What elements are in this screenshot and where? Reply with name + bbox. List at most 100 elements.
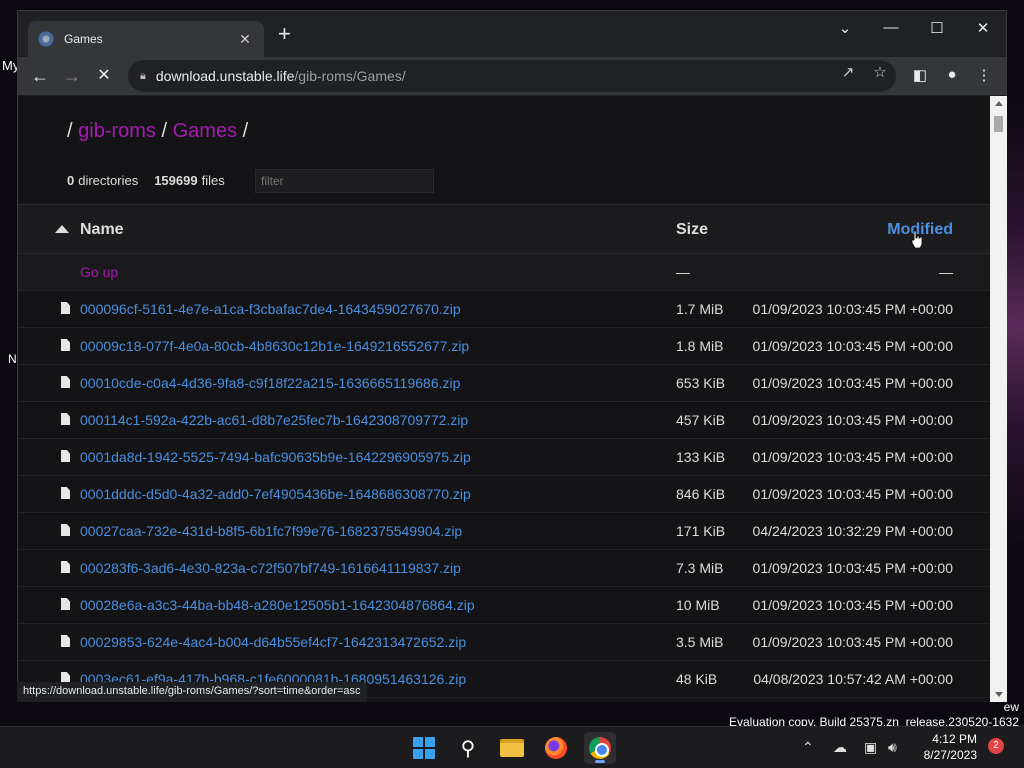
cloud-offline-icon[interactable]: ☁ xyxy=(833,739,847,756)
file-size: 1.7 MiB xyxy=(676,301,724,317)
file-size: 48 KiB xyxy=(676,671,718,687)
tab-strip: Games ✕ + ⌄ ― ☐ ✕ xyxy=(18,11,1006,57)
breadcrumb-separator: / xyxy=(67,120,73,142)
chrome-button[interactable] xyxy=(584,732,616,764)
file-link[interactable]: 000096cf-5161-4e7e-a1ca-f3cbafac7de4-164… xyxy=(80,301,461,317)
file-link[interactable]: 0001da8d-1942-5525-7494-bafc90635b9e-164… xyxy=(80,449,471,465)
profile-icon[interactable]: ● xyxy=(941,66,963,83)
file-row[interactable]: 00027caa-732e-431d-b8f5-6b1fc7f99e76-168… xyxy=(18,513,990,550)
file-row[interactable]: 0001dddc-d5d0-4a32-add0-7ef4905436be-164… xyxy=(18,476,990,513)
file-row[interactable]: 000096cf-5161-4e7e-a1ca-f3cbafac7de4-164… xyxy=(18,291,990,328)
link-status-bubble: https://download.unstable.life/gib-roms/… xyxy=(17,682,367,702)
clock-time: 4:12 PM xyxy=(932,732,977,746)
breadcrumb-link-games[interactable]: Games xyxy=(173,120,237,142)
scroll-up-arrow-icon[interactable] xyxy=(995,101,1003,106)
maximize-button[interactable]: ☐ xyxy=(922,19,952,37)
network-icon[interactable]: ▣ xyxy=(864,739,877,756)
url-path: /gib-roms/Games/ xyxy=(294,68,406,84)
file-size: 10 MiB xyxy=(676,597,720,613)
breadcrumb: / gib-roms / Games / xyxy=(67,120,248,143)
site-favicon-icon xyxy=(38,31,54,47)
breadcrumb-separator: / xyxy=(161,120,168,142)
go-up-link[interactable]: Go up xyxy=(80,264,118,280)
tab-games[interactable]: Games ✕ xyxy=(28,21,264,57)
desktop-icon-label[interactable]: N xyxy=(8,352,17,366)
minimize-button[interactable]: ― xyxy=(876,19,906,36)
file-explorer-button[interactable] xyxy=(496,732,528,764)
file-link[interactable]: 00029853-624e-4ac4-b004-d64b55ef4cf7-164… xyxy=(80,634,466,650)
file-size: 1.8 MiB xyxy=(676,338,724,354)
folder-icon xyxy=(500,739,524,757)
file-link[interactable]: 00028e6a-a3c3-44ba-bb48-a280e12505b1-164… xyxy=(80,597,475,613)
file-link[interactable]: 0001dddc-d5d0-4a32-add0-7ef4905436be-164… xyxy=(80,486,471,502)
file-link[interactable]: 00009c18-077f-4e0a-80cb-4b8630c12b1e-164… xyxy=(80,338,469,354)
file-modified: 01/09/2023 10:03:45 PM +00:00 xyxy=(752,338,953,354)
start-button[interactable] xyxy=(408,732,440,764)
size-column-header[interactable]: Size xyxy=(676,221,708,239)
file-row[interactable]: 00029853-624e-4ac4-b004-d64b55ef4cf7-164… xyxy=(18,624,990,661)
back-button[interactable]: ← xyxy=(27,63,53,89)
file-link[interactable]: 00010cde-c0a4-4d36-9fa8-c9f18f22a215-163… xyxy=(80,375,460,391)
file-modified: 01/09/2023 10:03:45 PM +00:00 xyxy=(752,449,953,465)
side-panel-icon[interactable]: ◧ xyxy=(909,66,931,84)
file-icon xyxy=(61,413,70,425)
breadcrumb-link-gib-roms[interactable]: gib-roms xyxy=(78,120,156,142)
go-up-modified: — xyxy=(939,264,953,280)
volume-icon[interactable]: 🔊︎ xyxy=(888,739,897,756)
browser-toolbar: ← → ✕ 🔒︎ download.unstable.life /gib-rom… xyxy=(18,57,1006,95)
file-modified: 01/09/2023 10:03:45 PM +00:00 xyxy=(752,412,953,428)
taskbar: ⚲ ⌃ ☁ ▣ 🔊︎ 4:12 PM 8/27/2023 xyxy=(0,726,1024,768)
file-row[interactable]: 000114c1-592a-422b-ac61-d8b7e25fec7b-164… xyxy=(18,402,990,439)
scrollbar-thumb[interactable] xyxy=(994,116,1003,132)
file-link[interactable]: 000114c1-592a-422b-ac61-d8b7e25fec7b-164… xyxy=(80,412,468,428)
lock-icon[interactable]: 🔒︎ xyxy=(140,70,146,83)
file-link[interactable]: 00027caa-732e-431d-b8f5-6b1fc7f99e76-168… xyxy=(80,523,462,539)
file-modified: 01/09/2023 10:03:45 PM +00:00 xyxy=(752,560,953,576)
tab-search-chevron-icon[interactable]: ⌄ xyxy=(830,19,860,37)
file-link[interactable]: 000283f6-3ad6-4e30-823a-c72f507bf749-161… xyxy=(80,560,461,576)
directory-listing-page: / gib-roms / Games / 0 directories 15969… xyxy=(18,96,990,702)
share-icon[interactable]: ↗ xyxy=(837,63,859,81)
file-row[interactable]: 0001da8d-1942-5525-7494-bafc90635b9e-164… xyxy=(18,439,990,476)
address-bar[interactable]: 🔒︎ download.unstable.life /gib-roms/Game… xyxy=(128,60,896,92)
system-clock[interactable]: 4:12 PM 8/27/2023 xyxy=(915,731,977,763)
file-size: 7.3 MiB xyxy=(676,560,724,576)
go-up-size: — xyxy=(676,264,690,280)
file-row[interactable]: 00009c18-077f-4e0a-80cb-4b8630c12b1e-164… xyxy=(18,328,990,365)
show-hidden-icons-chevron-icon[interactable]: ⌃ xyxy=(802,739,814,756)
table-header: Name Size Modified xyxy=(18,204,990,254)
tab-close-icon[interactable]: ✕ xyxy=(236,31,254,48)
file-icon xyxy=(61,302,70,314)
file-modified: 01/09/2023 10:03:45 PM +00:00 xyxy=(752,375,953,391)
watermark-line: ew xyxy=(1003,700,1019,714)
file-icon xyxy=(61,524,70,536)
files-label: files xyxy=(201,173,225,188)
sort-ascending-icon[interactable] xyxy=(55,225,69,233)
name-column-header[interactable]: Name xyxy=(80,221,124,239)
vertical-scrollbar[interactable] xyxy=(990,96,1007,702)
search-icon: ⚲ xyxy=(460,737,476,760)
menu-kebab-icon[interactable]: ⋮ xyxy=(973,66,995,84)
file-size: 653 KiB xyxy=(676,375,726,391)
directories-count: 0 xyxy=(67,173,75,188)
notification-badge[interactable]: 2 xyxy=(988,738,1004,754)
bookmark-star-icon[interactable]: ☆ xyxy=(869,63,891,81)
file-row[interactable]: 00028e6a-a3c3-44ba-bb48-a280e12505b1-164… xyxy=(18,587,990,624)
hand-cursor-icon xyxy=(911,230,923,248)
new-tab-button[interactable]: + xyxy=(278,23,291,45)
file-modified: 04/08/2023 10:57:42 AM +00:00 xyxy=(753,671,953,687)
forward-button[interactable]: → xyxy=(59,63,85,89)
directories-label: directories xyxy=(78,173,139,188)
close-window-button[interactable]: ✕ xyxy=(968,19,998,37)
file-icon xyxy=(61,598,70,610)
file-modified: 01/09/2023 10:03:45 PM +00:00 xyxy=(752,486,953,502)
scroll-down-arrow-icon[interactable] xyxy=(995,692,1003,697)
go-up-row[interactable]: Go up — — xyxy=(18,254,990,291)
search-button[interactable]: ⚲ xyxy=(452,732,484,764)
stop-loading-button[interactable]: ✕ xyxy=(91,63,117,89)
file-row[interactable]: 00010cde-c0a4-4d36-9fa8-c9f18f22a215-163… xyxy=(18,365,990,402)
file-row[interactable]: 000283f6-3ad6-4e30-823a-c72f507bf749-161… xyxy=(18,550,990,587)
filter-input[interactable] xyxy=(255,169,434,193)
firefox-button[interactable] xyxy=(540,732,572,764)
file-icon xyxy=(61,487,70,499)
